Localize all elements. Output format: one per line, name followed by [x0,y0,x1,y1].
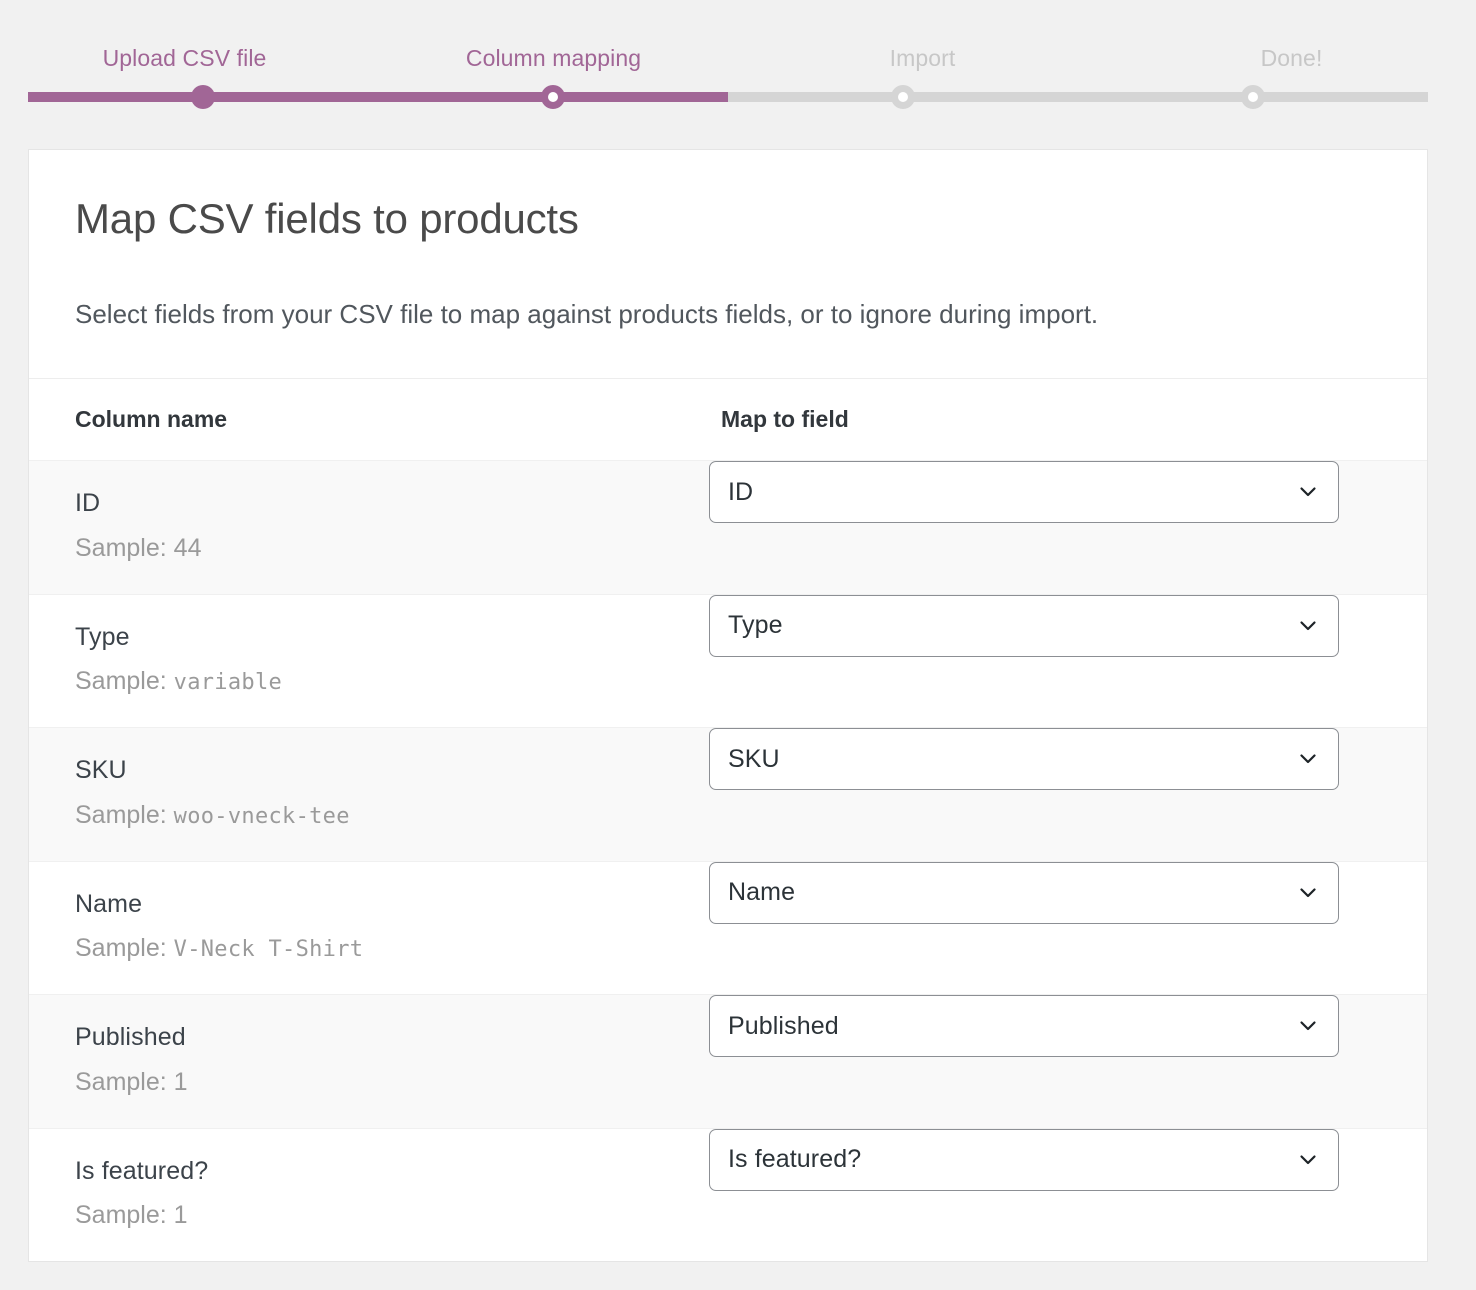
step-dot-2[interactable] [541,85,565,109]
sample-label: Sample: [75,667,174,695]
map-field-select[interactable]: Published [709,995,1339,1057]
cell-column-name: ID Sample: 44 [29,461,709,595]
map-field-selected-value: Is featured? [728,1145,1288,1174]
step-dot-1[interactable] [191,85,215,109]
step-dot-3[interactable] [891,85,915,109]
chevron-down-icon [1296,480,1320,504]
csv-column-sample: Sample: V-Neck T-Shirt [75,932,689,966]
table-row: Type Sample: variable Type [29,594,1427,728]
page-subtitle: Select fields from your CSV file to map … [75,298,1381,332]
column-mapping-table: Column name Map to field ID Sample: 44 ID T… [29,379,1427,1261]
map-field-select[interactable]: Is featured? [709,1129,1339,1191]
csv-column-sample: Sample: woo-vneck-tee [75,799,689,833]
stepper-progress-fill [28,92,728,102]
step-label-4[interactable]: Done! [1107,41,1476,75]
map-field-select[interactable]: SKU [709,728,1339,790]
header-column-name: Column name [29,379,709,461]
csv-column-title: Type [75,621,689,655]
cell-column-name: Name Sample: V-Neck T-Shirt [29,861,709,995]
step-label-1[interactable]: Upload CSV file [0,41,369,75]
sample-label: Sample: [75,534,174,562]
map-field-select[interactable]: Type [709,595,1339,657]
csv-column-sample: Sample: variable [75,665,689,699]
table-row: Name Sample: V-Neck T-Shirt Name [29,861,1427,995]
table-body: ID Sample: 44 ID Type Sample: variable Type SK… [29,461,1427,1262]
cell-map-to-field: Name [709,861,1427,995]
csv-column-title: Name [75,888,689,922]
table-row: Published Sample: 1 Published [29,995,1427,1129]
cell-map-to-field: Published [709,995,1427,1129]
cell-map-to-field: Is featured? [709,1128,1427,1261]
table-head: Column name Map to field [29,379,1427,461]
csv-column-title: ID [75,487,689,521]
sample-value: woo-vneck-tee [174,804,350,829]
cell-column-name: Published Sample: 1 [29,995,709,1129]
table-row: SKU Sample: woo-vneck-tee SKU [29,728,1427,862]
map-field-selected-value: Name [728,878,1288,907]
chevron-down-icon [1296,614,1320,638]
cell-column-name: SKU Sample: woo-vneck-tee [29,728,709,862]
step-dot-4[interactable] [1241,85,1265,109]
cell-column-name: Is featured? Sample: 1 [29,1128,709,1261]
map-field-selected-value: SKU [728,745,1288,774]
import-stepper: Upload CSV fileColumn mappingImportDone! [0,0,1476,149]
sample-label: Sample: [75,1201,174,1229]
sample-value: 44 [174,534,202,562]
sample-value: variable [174,670,282,695]
csv-column-sample: Sample: 1 [75,1199,689,1233]
header-map-to-field: Map to field [709,379,1427,461]
sample-label: Sample: [75,801,174,829]
step-label-2[interactable]: Column mapping [369,41,738,75]
page-title: Map CSV fields to products [75,194,1381,244]
step-label-3[interactable]: Import [738,41,1107,75]
sample-value: 1 [174,1068,188,1096]
map-field-select[interactable]: Name [709,862,1339,924]
table-row: ID Sample: 44 ID [29,461,1427,595]
chevron-down-icon [1296,1148,1320,1172]
csv-column-title: Is featured? [75,1155,689,1189]
csv-column-sample: Sample: 44 [75,532,689,566]
stepper-track [28,92,1428,102]
chevron-down-icon [1296,881,1320,905]
sample-label: Sample: [75,1068,174,1096]
sample-value: 1 [174,1201,188,1229]
map-field-selected-value: Type [728,611,1288,640]
chevron-down-icon [1296,747,1320,771]
table-row: Is featured? Sample: 1 Is featured? [29,1128,1427,1261]
csv-column-sample: Sample: 1 [75,1066,689,1100]
table-header-row: Column name Map to field [29,379,1427,461]
cell-map-to-field: SKU [709,728,1427,862]
cell-map-to-field: Type [709,594,1427,728]
chevron-down-icon [1296,1014,1320,1038]
map-field-selected-value: Published [728,1012,1288,1041]
map-field-selected-value: ID [728,478,1288,507]
cell-map-to-field: ID [709,461,1427,595]
mapping-card: Map CSV fields to products Select fields… [28,149,1428,1262]
stepper-labels: Upload CSV fileColumn mappingImportDone! [0,41,1476,75]
sample-label: Sample: [75,934,174,962]
cell-column-name: Type Sample: variable [29,594,709,728]
sample-value: V-Neck T-Shirt [174,937,364,962]
csv-column-title: Published [75,1021,689,1055]
map-field-select[interactable]: ID [709,461,1339,523]
card-header: Map CSV fields to products Select fields… [29,150,1427,379]
csv-column-title: SKU [75,754,689,788]
